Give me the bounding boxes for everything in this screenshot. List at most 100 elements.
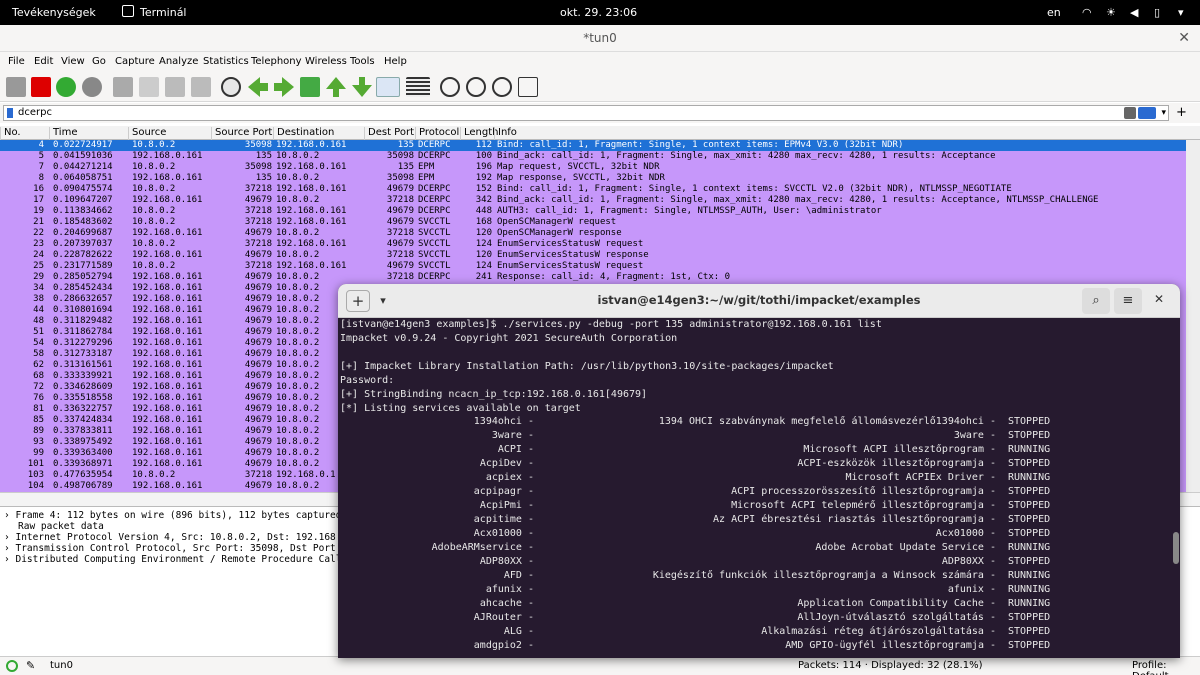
- zoom-normal-icon[interactable]: [492, 77, 512, 97]
- terminal-scrollbar-thumb[interactable]: [1173, 532, 1179, 564]
- restart-capture-icon[interactable]: [56, 77, 76, 97]
- display-filter-input[interactable]: dcerpc ▾: [3, 105, 1169, 121]
- menu-capture[interactable]: Capture: [115, 56, 155, 67]
- app-menu[interactable]: Terminál: [140, 6, 187, 19]
- cell-length: 152: [475, 184, 492, 194]
- service-name: 1394ohci -: [473, 416, 534, 427]
- packet-row[interactable]: 29 0.285052794 192.168.0.161 49679 10.8.0.2 3…: [0, 272, 1200, 283]
- cell-destination: 10.8.0.2: [276, 151, 320, 161]
- cell-source-port: 49679: [244, 437, 272, 447]
- cell-protocol: DCERPC: [418, 206, 451, 216]
- window-title: *tun0: [583, 31, 617, 45]
- reload-file-icon[interactable]: [191, 77, 211, 97]
- expand-icon[interactable]: ›: [4, 532, 10, 543]
- menu-help[interactable]: Help: [384, 56, 407, 67]
- filter-history-icon[interactable]: ▾: [1161, 106, 1166, 120]
- expert-info-icon[interactable]: [6, 660, 18, 672]
- packet-row[interactable]: 24 0.228782622 192.168.0.161 49679 10.8.0.2 3…: [0, 250, 1200, 261]
- packet-row[interactable]: 23 0.207397037 10.8.0.2 37218 192.168.0.161 4…: [0, 239, 1200, 250]
- col-info[interactable]: Info: [494, 127, 517, 140]
- start-capture-icon[interactable]: [6, 77, 26, 97]
- packet-row[interactable]: 21 0.185483602 10.8.0.2 37218 192.168.0.161 4…: [0, 217, 1200, 228]
- resize-columns-icon[interactable]: [518, 77, 538, 97]
- expand-icon[interactable]: ›: [4, 543, 10, 554]
- volume-icon[interactable]: ◀: [1130, 6, 1138, 19]
- service-display-name: Kiegészítő funkciók illesztőprogramja a …: [652, 570, 996, 581]
- packet-row[interactable]: 5 0.041591036 192.168.0.161 135 10.8.0.2 3509…: [0, 151, 1200, 162]
- packet-list-scrollbar[interactable]: [1186, 140, 1200, 492]
- col-time[interactable]: Time: [49, 127, 77, 140]
- service-name: acpitime -: [473, 514, 534, 525]
- cell-source-port: 37218: [244, 217, 272, 227]
- go-to-packet-icon[interactable]: [300, 77, 320, 97]
- packet-row[interactable]: 4 0.022724917 10.8.0.2 35098 192.168.0.161 13…: [0, 140, 1200, 151]
- capture-comment-icon[interactable]: ✎: [26, 659, 35, 672]
- packet-row[interactable]: 7 0.044271214 10.8.0.2 35098 192.168.0.161 13…: [0, 162, 1200, 173]
- close-file-icon[interactable]: [165, 77, 185, 97]
- bookmark-icon[interactable]: [7, 108, 13, 118]
- detail-ip[interactable]: › Internet Protocol Version 4, Src: 10.8…: [4, 532, 370, 543]
- open-file-icon[interactable]: [113, 77, 133, 97]
- menu-wireless[interactable]: Wireless: [305, 56, 347, 67]
- cell-source-port: 49679: [244, 305, 272, 315]
- find-packet-icon[interactable]: [221, 77, 241, 97]
- packet-row[interactable]: 25 0.231771589 10.8.0.2 37218 192.168.0.161 4…: [0, 261, 1200, 272]
- menu-telephony[interactable]: Telephony: [251, 56, 302, 67]
- menu-statistics[interactable]: Statistics: [203, 56, 249, 67]
- menu-analyze[interactable]: Analyze: [159, 56, 198, 67]
- add-filter-button[interactable]: +: [1176, 105, 1187, 120]
- menu-file[interactable]: File: [8, 56, 25, 67]
- cell-time: 0.185483602: [53, 217, 113, 227]
- cell-info: EnumServicesStatusW response: [497, 250, 649, 260]
- last-packet-icon[interactable]: [352, 77, 372, 97]
- wifi-icon[interactable]: ◠: [1082, 6, 1092, 19]
- expand-icon[interactable]: ›: [4, 510, 10, 521]
- hamburger-menu-icon[interactable]: ≡: [1114, 288, 1142, 314]
- go-forward-icon[interactable]: [274, 77, 294, 97]
- zoom-in-icon[interactable]: [440, 77, 460, 97]
- packet-row[interactable]: 8 0.064058751 192.168.0.161 135 10.8.0.2 3509…: [0, 173, 1200, 184]
- close-terminal-icon[interactable]: ✕: [1154, 292, 1164, 306]
- menu-tools[interactable]: Tools: [350, 56, 375, 67]
- terminal-output[interactable]: [istvan@e14gen3 examples]$ ./services.py…: [338, 318, 1180, 658]
- col-dest-port[interactable]: Dest Port: [364, 127, 414, 140]
- profile-label[interactable]: Profile: Default: [1132, 660, 1200, 675]
- expand-icon[interactable]: ›: [4, 554, 10, 565]
- colorize-icon[interactable]: [406, 77, 430, 97]
- col-protocol[interactable]: Protocol: [415, 127, 459, 140]
- col-source[interactable]: Source: [128, 127, 166, 140]
- brightness-icon[interactable]: ☀: [1106, 6, 1116, 19]
- keyboard-layout[interactable]: en: [1047, 6, 1061, 19]
- apply-filter-icon[interactable]: [1138, 107, 1156, 119]
- battery-icon[interactable]: ▯: [1154, 6, 1160, 19]
- close-window-icon[interactable]: ✕: [1178, 25, 1190, 52]
- packet-row[interactable]: 22 0.204699687 192.168.0.161 49679 10.8.0.2 3…: [0, 228, 1200, 239]
- activities-button[interactable]: Tevékenységek: [12, 6, 96, 19]
- save-file-icon[interactable]: [139, 77, 159, 97]
- power-menu-icon[interactable]: ▾: [1178, 6, 1184, 19]
- zoom-out-icon[interactable]: [466, 77, 486, 97]
- detail-raw[interactable]: Raw packet data: [18, 521, 104, 532]
- autoscroll-icon[interactable]: [376, 77, 400, 97]
- cell-length: 120: [475, 250, 492, 260]
- first-packet-icon[interactable]: [326, 77, 346, 97]
- packet-row[interactable]: 19 0.113834662 10.8.0.2 37218 192.168.0.161 4…: [0, 206, 1200, 217]
- search-icon[interactable]: ⌕: [1082, 288, 1110, 314]
- col-no[interactable]: No.: [0, 127, 21, 140]
- service-display-name: ACPI-eszközök illesztőprogramja -: [797, 458, 996, 469]
- packet-row[interactable]: 16 0.090475574 10.8.0.2 37218 192.168.0.161 4…: [0, 184, 1200, 195]
- packet-row[interactable]: 17 0.109647207 192.168.0.161 49679 10.8.0.2 3…: [0, 195, 1200, 206]
- capture-options-icon[interactable]: [82, 77, 102, 97]
- menu-view[interactable]: View: [61, 56, 85, 67]
- stop-capture-icon[interactable]: [31, 77, 51, 97]
- go-back-icon[interactable]: [248, 77, 268, 97]
- clear-filter-icon[interactable]: [1124, 107, 1136, 119]
- col-destination[interactable]: Destination: [273, 127, 334, 140]
- service-name: AdobeARMservice -: [431, 542, 534, 553]
- terminal-window[interactable]: + ▾ istvan@e14gen3:~/w/git/tothi/impacke…: [338, 284, 1180, 658]
- col-length[interactable]: Length: [460, 127, 499, 140]
- clock[interactable]: okt. 29. 23:06: [560, 6, 637, 19]
- menu-go[interactable]: Go: [92, 56, 106, 67]
- col-source-port[interactable]: Source Port: [211, 127, 272, 140]
- menu-edit[interactable]: Edit: [34, 56, 53, 67]
